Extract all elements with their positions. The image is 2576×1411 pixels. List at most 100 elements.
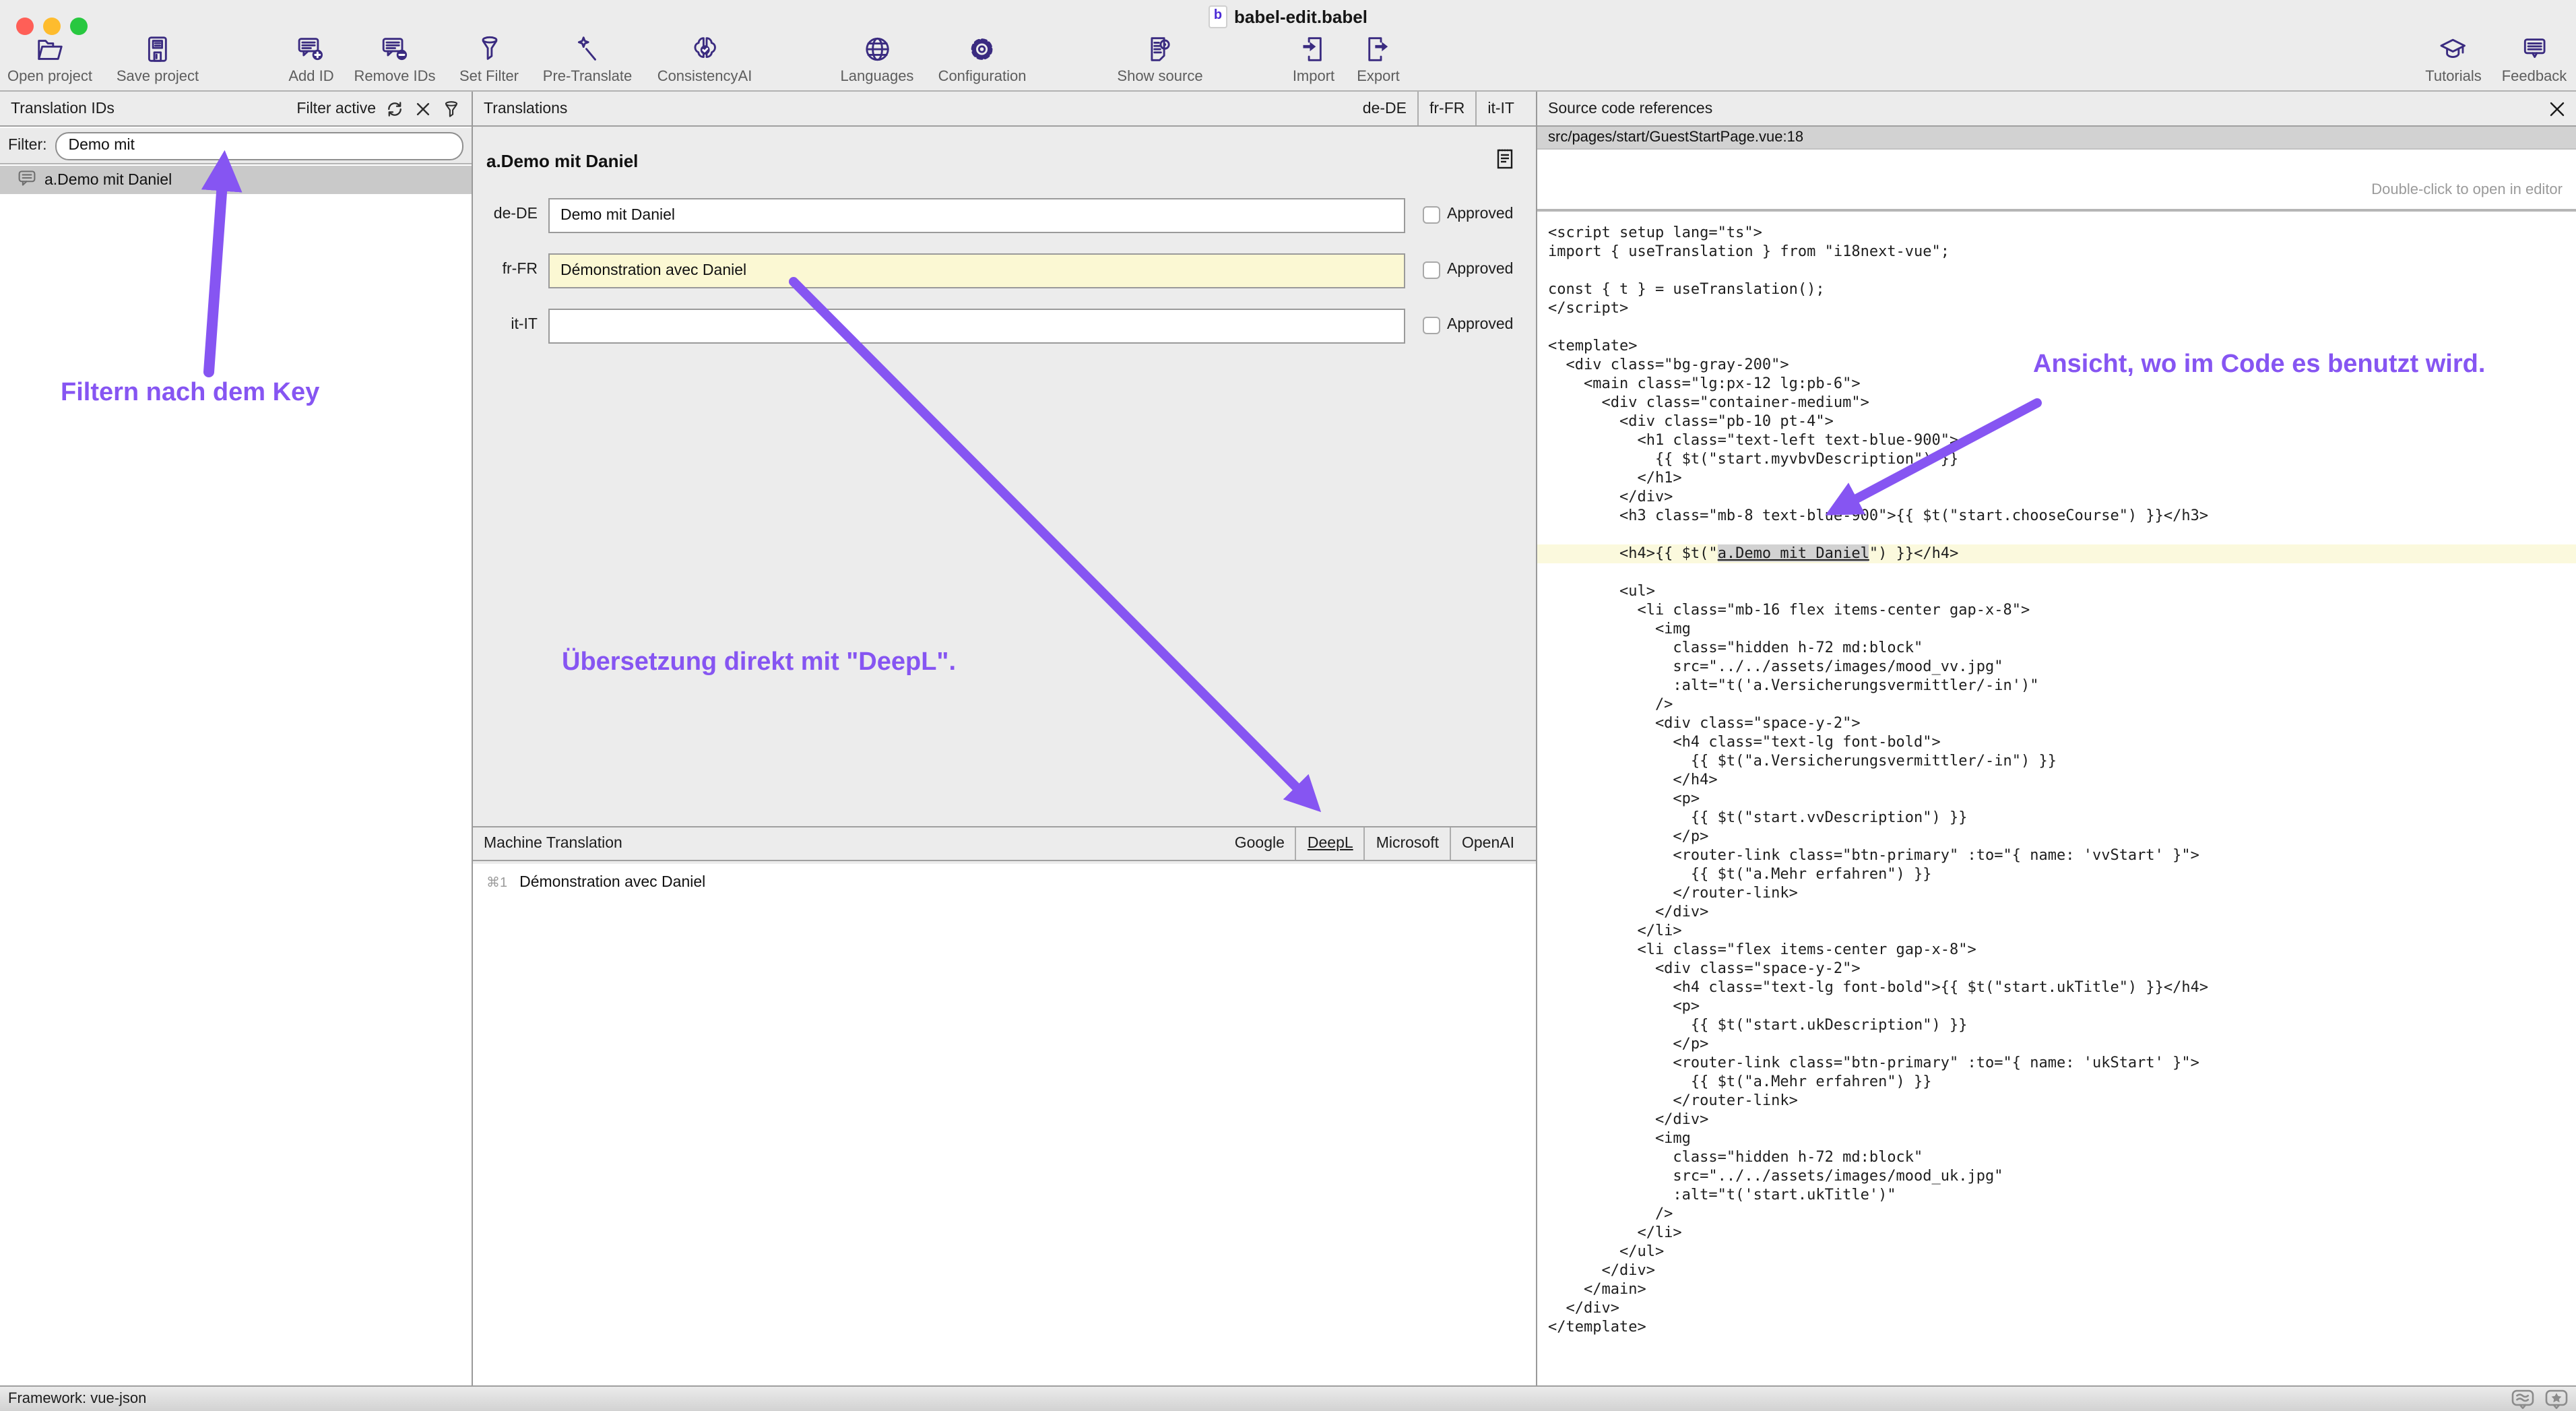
- toolbar-show-source[interactable]: Show source: [1117, 34, 1202, 85]
- toolbar-label: Export: [1357, 69, 1400, 85]
- highlighted-translation-id: a.Demo mit Daniel: [1718, 544, 1869, 562]
- toolbar-label: Show source: [1117, 69, 1202, 85]
- translation-ids-panel: Translation IDs Filter active: [0, 92, 473, 1385]
- toolbar-export[interactable]: Export: [1357, 34, 1400, 85]
- comment-note-icon[interactable]: [1495, 148, 1514, 170]
- provider-tab-openai[interactable]: OpenAI: [1450, 827, 1525, 860]
- toolbar: b babel-edit.babel Open projectSave proj…: [0, 0, 2576, 92]
- approved-checkbox-fr-FR[interactable]: [1423, 261, 1440, 279]
- toolbar-label: Remove IDs: [354, 69, 435, 85]
- mt-suggestion-text: Démonstration avec Daniel: [519, 875, 705, 891]
- toolbar-remove-ids[interactable]: Remove IDs: [354, 34, 435, 85]
- translation-input-fr-FR[interactable]: Démonstration avec Daniel: [548, 253, 1405, 288]
- annotation-filter-key: Filtern nach dem Key: [61, 379, 319, 408]
- language-label-it-IT: it-IT: [478, 317, 538, 333]
- brain-check-icon: [689, 34, 720, 65]
- translation-memory-icon[interactable]: [2511, 1389, 2534, 1409]
- code-line: </li>: [1537, 1224, 2576, 1243]
- translations-header: Translations de-DEfr-FRit-IT: [473, 92, 1536, 127]
- language-tab-de-de[interactable]: de-DE: [1352, 92, 1417, 125]
- status-bar: Framework: vue-json: [0, 1385, 2576, 1411]
- toolbar-add-id[interactable]: Add ID: [288, 34, 333, 85]
- open-editor-hint: Double-click to open in editor: [2371, 182, 2563, 198]
- source-code-view: <script setup lang="ts">import { useTran…: [1537, 212, 2576, 1385]
- toolbar-save-project[interactable]: Save project: [117, 34, 199, 85]
- toolbar-consistencyai[interactable]: ConsistencyAI: [657, 34, 752, 85]
- code-line: <p>: [1537, 997, 2576, 1016]
- code-line: <h4 class="text-lg font-bold">{{ $t("sta…: [1537, 978, 2576, 997]
- provider-tab-google[interactable]: Google: [1224, 827, 1295, 860]
- mt-suggestion-row[interactable]: ⌘1 Démonstration avec Daniel: [486, 875, 705, 891]
- source-code-panel: Source code references src/pages/start/G…: [1537, 92, 2576, 1385]
- toolbar-label: Save project: [117, 69, 199, 85]
- code-line: const { t } = useTranslation();: [1537, 280, 2576, 299]
- code-line: </div>: [1537, 488, 2576, 507]
- provider-tab-deepl[interactable]: DeepL: [1295, 827, 1364, 860]
- translation-id-list: a.Demo mit Daniel: [0, 166, 472, 1385]
- code-line: <h1 class="text-left text-blue-900">: [1537, 431, 2576, 450]
- code-line: <script setup lang="ts">: [1537, 224, 2576, 243]
- remove-ids-icon: [379, 34, 410, 65]
- app-file-icon: b: [1209, 5, 1227, 28]
- code-line: <li class="flex items-center gap-x-8">: [1537, 941, 2576, 960]
- approved-label: Approved: [1447, 317, 1513, 333]
- language-tab-fr-fr[interactable]: fr-FR: [1417, 92, 1475, 125]
- minimize-window-button[interactable]: [43, 18, 61, 35]
- code-line: </div>: [1537, 1299, 2576, 1318]
- toolbar-languages[interactable]: Languages: [841, 34, 914, 85]
- translation-input-it-IT[interactable]: [548, 309, 1405, 344]
- translations-panel: Translations de-DEfr-FRit-IT a.Demo mit …: [473, 92, 1537, 1385]
- code-line: [1537, 526, 2576, 544]
- code-line: <div class="pb-10 pt-4">: [1537, 412, 2576, 431]
- toolbar-open-project[interactable]: Open project: [7, 34, 92, 85]
- toolbar-tutorials[interactable]: Tutorials: [2425, 34, 2482, 85]
- code-line: [1537, 261, 2576, 280]
- language-tab-it-it[interactable]: it-IT: [1475, 92, 1525, 125]
- toolbar-feedback[interactable]: Feedback: [2502, 34, 2567, 85]
- mt-shortcut: ⌘1: [486, 876, 507, 891]
- code-line: :alt="t('start.ukTitle')": [1537, 1186, 2576, 1205]
- code-line-highlighted: <h4>{{ $t("a.Demo mit Daniel") }}</h4>: [1537, 544, 2576, 563]
- filter-input-value: Demo mit: [69, 137, 135, 154]
- language-label-de-DE: de-DE: [478, 206, 538, 222]
- refresh-icon[interactable]: [385, 99, 404, 118]
- close-panel-icon[interactable]: [2549, 100, 2565, 117]
- funnel-icon[interactable]: [442, 99, 461, 118]
- approved-checkbox-it-IT[interactable]: [1423, 317, 1440, 334]
- code-line: </h4>: [1537, 771, 2576, 790]
- import-icon: [1298, 34, 1329, 65]
- panel-title: Translations: [484, 100, 567, 117]
- code-line: />: [1537, 1205, 2576, 1224]
- framework-label: Framework: vue-json: [8, 1391, 146, 1407]
- source-reference-row[interactable]: src/pages/start/GuestStartPage.vue:18: [1537, 127, 2576, 150]
- code-line: <p>: [1537, 790, 2576, 809]
- toolbar-pre-translate[interactable]: Pre-Translate: [543, 34, 632, 85]
- traffic-lights: [16, 18, 88, 35]
- translation-id-item[interactable]: a.Demo mit Daniel: [0, 166, 472, 194]
- approved-label: Approved: [1447, 206, 1513, 222]
- code-line: </div>: [1537, 1110, 2576, 1129]
- toolbar-import[interactable]: Import: [1293, 34, 1334, 85]
- zoom-window-button[interactable]: [70, 18, 88, 35]
- code-line: </main>: [1537, 1280, 2576, 1299]
- rate-app-icon[interactable]: [2545, 1389, 2568, 1409]
- main-area: Translation IDs Filter active: [0, 92, 2576, 1385]
- code-line: </router-link>: [1537, 1092, 2576, 1110]
- filter-input[interactable]: Demo mit: [55, 131, 464, 160]
- provider-tab-microsoft[interactable]: Microsoft: [1364, 827, 1450, 860]
- code-line: {{ $t("start.ukDescription") }}: [1537, 1016, 2576, 1035]
- toolbar-label: Set Filter: [459, 69, 519, 85]
- code-line: [1537, 318, 2576, 337]
- toolbar-configuration[interactable]: Configuration: [938, 34, 1027, 85]
- code-line: src="../../assets/images/mood_vv.jpg": [1537, 658, 2576, 677]
- code-line: :alt="t('a.Versicherungsvermittler/-in')…: [1537, 677, 2576, 695]
- toolbar-set-filter[interactable]: Set Filter: [459, 34, 519, 85]
- code-line: </p>: [1537, 827, 2576, 846]
- close-window-button[interactable]: [16, 18, 34, 35]
- translation-id-label: a.Demo mit Daniel: [44, 172, 172, 188]
- approved-checkbox-de-DE[interactable]: [1423, 206, 1440, 224]
- clear-filter-icon[interactable]: [414, 99, 432, 118]
- translation-input-de-DE[interactable]: Demo mit Daniel: [548, 198, 1405, 233]
- code-line: <h4 class="text-lg font-bold">: [1537, 733, 2576, 752]
- code-line: </div>: [1537, 1261, 2576, 1280]
